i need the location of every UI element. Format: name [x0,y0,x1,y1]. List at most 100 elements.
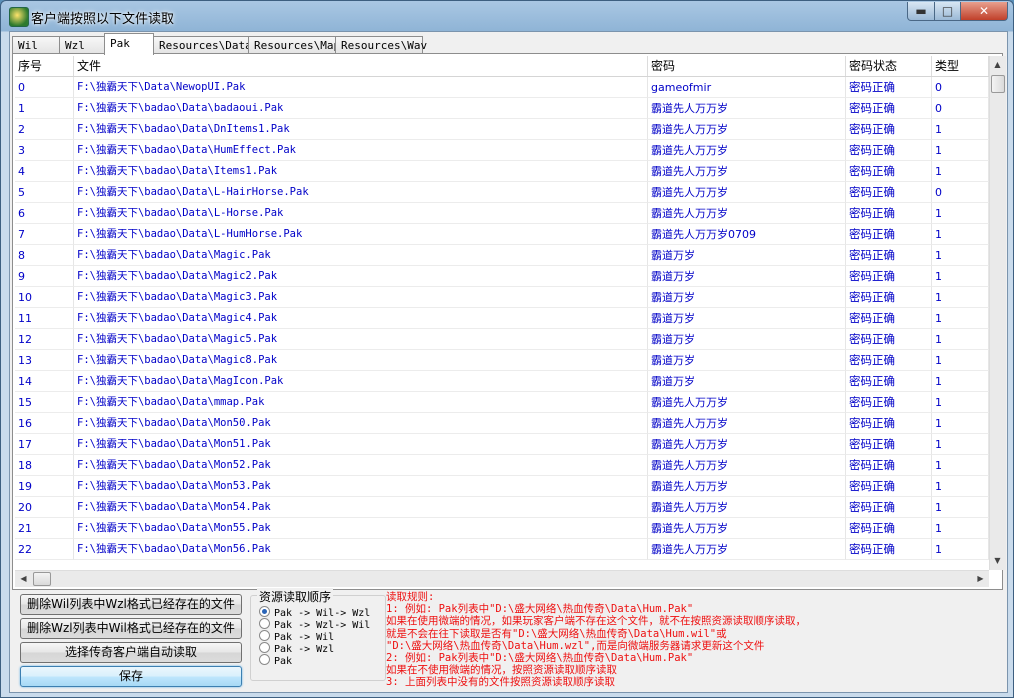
cell-password-status: 密码正确 [846,182,932,203]
rule-line: "D:\盛大网络\热血传奇\Data\Hum.wzl",而是向微端服务器请求更新… [386,639,765,652]
scroll-left-icon[interactable]: ◀ [16,571,31,587]
table-row[interactable]: 11 F:\独霸天下\badao\Data\Magic4.Pak 霸道万岁 密码正确 1 [15,308,989,329]
title-bar[interactable]: 客户端按照以下文件读取 ▬ □ ✕ [1,1,1013,31]
cell-file: F:\独霸天下\badao\Data\Items1.Pak [74,161,648,182]
resource-order-option[interactable]: Pak -> Wil-> Wzl [259,606,370,619]
column-header-index[interactable]: 序号 [15,56,74,76]
cell-type: 1 [932,161,989,182]
cell-file: F:\独霸天下\badao\Data\Mon52.Pak [74,455,648,476]
horizontal-scroll-thumb[interactable] [33,572,51,586]
cell-password-status: 密码正确 [846,455,932,476]
radio-unchecked-icon[interactable] [259,642,270,653]
table-row[interactable]: 4 F:\独霸天下\badao\Data\Items1.Pak 霸道先人万万岁 密码正… [15,161,989,182]
resource-order-option[interactable]: Pak -> Wzl [259,642,334,655]
table-row[interactable]: 14 F:\独霸天下\badao\Data\MagIcon.Pak 霸道万岁 密码正确… [15,371,989,392]
tab-wzl[interactable]: Wzl [59,36,105,54]
cell-password: 霸道先人万万岁 [648,455,846,476]
table-row[interactable]: 2 F:\独霸天下\badao\Data\DnItems1.Pak 霸道先人万万岁密… [15,119,989,140]
cell-password: gameofmir [648,77,846,98]
table-row[interactable]: 20 F:\独霸天下\badao\Data\Mon54.Pak 霸道先人万万岁 密码正… [15,497,989,518]
table-row[interactable]: 22 F:\独霸天下\badao\Data\Mon56.Pak 霸道先人万万岁 密码正… [15,539,989,560]
rule-line: 如果在使用微端的情况，如果玩家客户端不存在这个文件，就不在按照资源读取顺序读取， [386,615,806,628]
scroll-down-icon[interactable]: ▼ [990,553,1005,569]
table-row[interactable]: 5 F:\独霸天下\badao\Data\L-HairHorse.Pak 霸道先人万… [15,182,989,203]
vertical-scrollbar[interactable]: ▲ ▼ [989,56,1006,570]
radio-checked-icon[interactable] [259,606,270,617]
cell-password-status: 密码正确 [846,245,932,266]
cell-type: 1 [932,266,989,287]
file-list[interactable]: 序号 文件 密码 密码状态 类型 0 F:\独霸天下\Data\NewopUI.Pak ga… [15,56,989,570]
vertical-scroll-thumb[interactable] [991,75,1005,93]
horizontal-scrollbar[interactable]: ◀ ▶ [15,570,989,587]
table-row[interactable]: 13 F:\独霸天下\badao\Data\Magic8.Pak 霸道万岁 密码正确 1 [15,350,989,371]
cell-file: F:\独霸天下\badao\Data\Magic3.Pak [74,287,648,308]
table-row[interactable]: 15 F:\独霸天下\badao\Data\mmap.Pak 霸道先人万万岁 密码正确… [15,392,989,413]
cell-index: 11 [15,308,74,329]
column-header-type[interactable]: 类型 [932,56,989,76]
scroll-up-icon[interactable]: ▲ [990,57,1005,73]
delete-wzl-dupes-button[interactable]: 删除Wzl列表中Wil格式已经存在的文件 [20,618,242,639]
save-button[interactable]: 保存 [20,666,242,687]
table-row[interactable]: 21 F:\独霸天下\badao\Data\Mon55.Pak 霸道先人万万岁 密码正… [15,518,989,539]
table-row[interactable]: 17 F:\独霸天下\badao\Data\Mon51.Pak 霸道先人万万岁 密码正… [15,434,989,455]
table-row[interactable]: 7 F:\独霸天下\badao\Data\L-HumHorse.Pak 霸道先人万万… [15,224,989,245]
table-row[interactable]: 3 F:\独霸天下\badao\Data\HumEffect.Pak 霸道先人万万岁… [15,140,989,161]
table-row[interactable]: 6 F:\独霸天下\badao\Data\L-Horse.Pak 霸道先人万万岁 密码… [15,203,989,224]
cell-file: F:\独霸天下\badao\Data\Magic8.Pak [74,350,648,371]
table-row[interactable]: 12 F:\独霸天下\badao\Data\Magic5.Pak 霸道万岁 密码正确 1 [15,329,989,350]
cell-password: 霸道先人万万岁 [648,497,846,518]
cell-index: 9 [15,266,74,287]
cell-password-status: 密码正确 [846,392,932,413]
tab-pak[interactable]: Pak [104,33,154,55]
tab-resources-map[interactable]: Resources\Map [248,36,340,54]
cell-password-status: 密码正确 [846,266,932,287]
resource-order-option[interactable]: Pak -> Wil [259,630,334,643]
table-row[interactable]: 0 F:\独霸天下\Data\NewopUI.Pak gameofmir 密码正确 0 [15,77,989,98]
table-row[interactable]: 8 F:\独霸天下\badao\Data\Magic.Pak 霸道万岁 密码正确 1 [15,245,989,266]
column-header-file[interactable]: 文件 [74,56,648,76]
cell-password: 霸道万岁 [648,266,846,287]
radio-unchecked-icon[interactable] [259,630,270,641]
tab-panel-pak: 序号 文件 密码 密码状态 类型 0 F:\独霸天下\Data\NewopUI.Pak ga… [12,53,1006,590]
cell-file: F:\独霸天下\badao\Data\Magic.Pak [74,245,648,266]
cell-type: 1 [932,203,989,224]
cell-file: F:\独霸天下\badao\Data\L-HairHorse.Pak [74,182,648,203]
table-row[interactable]: 19 F:\独霸天下\badao\Data\Mon53.Pak 霸道先人万万岁 密码正… [15,476,989,497]
radio-unchecked-icon[interactable] [259,618,270,629]
resource-order-option[interactable]: Pak -> Wzl-> Wil [259,618,370,631]
cell-index: 17 [15,434,74,455]
maximize-button[interactable]: □ [934,2,961,21]
column-header-password[interactable]: 密码 [648,56,846,76]
table-row[interactable]: 9 F:\独霸天下\badao\Data\Magic2.Pak 霸道万岁 密码正确 1 [15,266,989,287]
scroll-right-icon[interactable]: ▶ [973,571,988,587]
cell-file: F:\独霸天下\badao\Data\badaoui.Pak [74,98,648,119]
cell-type: 1 [932,371,989,392]
close-button[interactable]: ✕ [960,2,1008,21]
cell-index: 0 [15,77,74,98]
cell-type: 1 [932,329,989,350]
table-row[interactable]: 1 F:\独霸天下\badao\Data\badaoui.Pak 霸道先人万万岁 密码… [15,98,989,119]
resource-order-option[interactable]: Pak [259,654,292,667]
cell-type: 1 [932,140,989,161]
radio-unchecked-icon[interactable] [259,654,270,665]
cell-type: 0 [932,182,989,203]
select-client-button[interactable]: 选择传奇客户端自动读取 [20,642,242,663]
tab-resources-data[interactable]: Resources\Data [153,36,252,54]
table-row[interactable]: 18 F:\独霸天下\badao\Data\Mon52.Pak 霸道先人万万岁 密码正… [15,455,989,476]
table-row[interactable]: 10 F:\独霸天下\badao\Data\Magic3.Pak 霸道万岁 密码正确 1 [15,287,989,308]
cell-type: 1 [932,119,989,140]
cell-password: 霸道万岁 [648,350,846,371]
minimize-button[interactable]: ▬ [907,2,935,21]
cell-password: 霸道先人万万岁 [648,140,846,161]
cell-password: 霸道先人万万岁 [648,98,846,119]
rule-line: 2: 例如: Pak列表中"D:\盛大网络\热血传奇\Data\Hum.Pak" [386,652,694,664]
tab-resources-wav[interactable]: Resources\Wav [335,36,427,54]
column-header-password-status[interactable]: 密码状态 [846,56,932,76]
tab-wil[interactable]: Wil [12,36,60,54]
cell-index: 22 [15,539,74,560]
cell-password-status: 密码正确 [846,98,932,119]
cell-type: 1 [932,434,989,455]
delete-wil-dupes-button[interactable]: 删除Wil列表中Wzl格式已经存在的文件 [20,594,242,615]
table-row[interactable]: 16 F:\独霸天下\badao\Data\Mon50.Pak 霸道先人万万岁 密码正… [15,413,989,434]
cell-file: F:\独霸天下\badao\Data\DnItems1.Pak [74,119,648,140]
